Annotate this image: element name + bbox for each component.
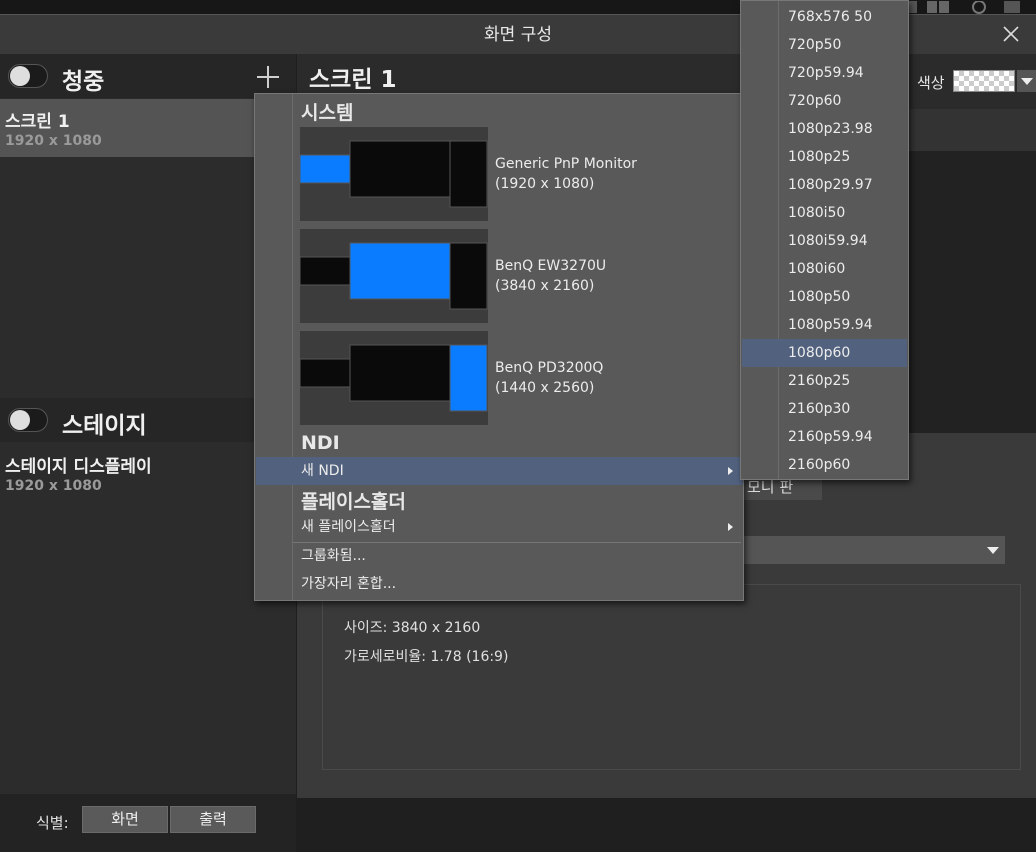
submenu-item-label: 2160p25	[788, 373, 851, 389]
submenu-item[interactable]: 1080i50	[742, 199, 907, 227]
monitor-2-res: (3840 x 2160)	[495, 278, 595, 294]
submenu-item[interactable]: 1080i60	[742, 255, 907, 283]
menu-item-new-ndi[interactable]: 새 NDI	[256, 457, 743, 485]
submenu-item[interactable]: 1080p29.97	[742, 171, 907, 199]
monitor-1-label: Generic PnP Monitor (1920 x 1080)	[495, 154, 637, 194]
monitor-option-1[interactable]	[299, 127, 488, 221]
identify-label: 식별:	[36, 814, 69, 832]
info-box	[322, 584, 1021, 770]
submenu-item[interactable]: 768x576 50	[742, 3, 907, 31]
identify-output-button[interactable]: 출력	[170, 806, 256, 833]
submenu-item-label: 720p50	[788, 37, 842, 53]
submenu-item[interactable]: 720p60	[742, 87, 907, 115]
ndi-format-submenu: 768x576 50 720p50 720p59.94 720p60 1080p23.9…	[740, 0, 909, 480]
monitor-3-label: BenQ PD3200Q (1440 x 2560)	[495, 358, 603, 398]
monitor-2-name: BenQ EW3270U	[495, 258, 607, 274]
submenu-item-label: 2160p30	[788, 401, 851, 417]
menu-item-edge-blend[interactable]: 가장자리 혼합...	[256, 570, 743, 598]
stage-display-name: 스테이지 디스플레이	[5, 457, 152, 477]
submenu-item-label: 720p60	[788, 93, 842, 109]
submenu-item-label: 2160p59.94	[788, 429, 873, 445]
stage-title: 스테이지	[62, 413, 147, 439]
submenu-item[interactable]: 1080p60	[742, 339, 907, 367]
monitor-2-label: BenQ EW3270U (3840 x 2160)	[495, 256, 606, 296]
submenu-item[interactable]: 1080p59.94	[742, 311, 907, 339]
stage-toggle[interactable]	[8, 408, 48, 432]
screen-name: 스크린 1	[5, 112, 70, 132]
submenu-item[interactable]: 1080p50	[742, 283, 907, 311]
menu-item-grouped[interactable]: 그룹화됨...	[256, 542, 743, 570]
add-screen-plus-icon[interactable]	[256, 65, 280, 89]
color-label: 색상	[917, 74, 945, 92]
submenu-item[interactable]: 2160p60	[742, 451, 907, 479]
toolbar-icons	[909, 0, 1036, 14]
submenu-item[interactable]: 1080p23.98	[742, 115, 907, 143]
monitor-option-3[interactable]	[299, 331, 488, 425]
new-placeholder-label: 새 플레이스홀더	[301, 519, 396, 535]
monitor-1-res: (1920 x 1080)	[495, 176, 595, 192]
audience-toggle[interactable]	[8, 64, 48, 88]
submenu-item-label: 1080p59.94	[788, 317, 873, 333]
submenu-item[interactable]: 2160p59.94	[742, 423, 907, 451]
submenu-item-label: 1080p25	[788, 149, 851, 165]
stage-display-resolution: 1920 x 1080	[5, 478, 102, 494]
device-select[interactable]	[742, 536, 1005, 564]
submenu-item[interactable]: 1080p25	[742, 143, 907, 171]
audience-section-header: 청중	[0, 54, 296, 98]
chevron-down-icon	[987, 547, 999, 554]
placeholder-header: 플레이스홀더	[301, 491, 406, 513]
identify-screen-button[interactable]: 화면	[82, 806, 168, 833]
color-swatch[interactable]	[953, 70, 1015, 92]
add-screen-context-menu: 시스템 Generic PnP Monitor (1920 x 1080) Be…	[254, 93, 744, 601]
screen-list-item[interactable]: 스크린 1 1920 x 1080	[0, 99, 296, 157]
submenu-item[interactable]: 720p59.94	[742, 59, 907, 87]
submenu-item-label: 1080i50	[788, 205, 846, 221]
edge-blend-label: 가장자리 혼합...	[301, 576, 397, 592]
identify-bar: 식별: 화면 출력	[0, 794, 296, 852]
aspect-info: 가로세로비율: 1.78 (16:9)	[344, 649, 509, 665]
grouped-label: 그룹화됨...	[301, 548, 366, 564]
toolbar-glyphs-icon	[909, 0, 1020, 14]
submenu-item[interactable]: 1080i59.94	[742, 227, 907, 255]
chevron-down-icon	[1021, 78, 1033, 85]
monitor-3-name: BenQ PD3200Q	[495, 360, 604, 376]
monitor-layout-icon	[299, 242, 488, 310]
submenu-item-label: 2160p60	[788, 457, 851, 473]
color-dropdown-button[interactable]	[1017, 70, 1036, 92]
monitor-layout-icon	[299, 140, 488, 208]
submenu-arrow-icon	[728, 467, 733, 475]
ndi-header: NDI	[301, 432, 340, 454]
submenu-item-label: 1080i59.94	[788, 233, 868, 249]
submenu-item-label: 1080p60	[788, 345, 851, 361]
stage-section-header: 스테이지	[0, 398, 296, 442]
system-header: 시스템	[301, 102, 354, 124]
submenu-item-label: 1080p50	[788, 289, 851, 305]
left-panel: 청중 스크린 1 1920 x 1080 스테이지 스테이지 디스플레이 192…	[0, 54, 296, 852]
size-info: 사이즈: 3840 x 2160	[344, 620, 481, 636]
submenu-item[interactable]: 720p50	[742, 31, 907, 59]
submenu-item-label: 1080i60	[788, 261, 846, 277]
submenu-item[interactable]: 2160p25	[742, 367, 907, 395]
submenu-item-label: 720p59.94	[788, 65, 864, 81]
submenu-item[interactable]: 2160p30	[742, 395, 907, 423]
submenu-item-label: 1080p29.97	[788, 177, 873, 193]
submenu-item-label: 1080p23.98	[788, 121, 873, 137]
monitor-3-res: (1440 x 2560)	[495, 380, 595, 396]
monitor-1-name: Generic PnP Monitor	[495, 156, 637, 172]
monitor-option-2[interactable]	[299, 229, 488, 323]
stage-list-item[interactable]: 스테이지 디스플레이 1920 x 1080	[0, 442, 296, 500]
submenu-arrow-icon	[728, 523, 733, 531]
new-ndi-label: 새 NDI	[301, 463, 344, 479]
screen-resolution: 1920 x 1080	[5, 133, 102, 149]
submenu-item-label: 768x576 50	[788, 9, 872, 25]
audience-title: 청중	[62, 69, 105, 95]
monitor-layout-icon	[299, 344, 488, 412]
menu-item-new-placeholder[interactable]: 새 플레이스홀더	[256, 513, 743, 541]
screen-title: 스크린 1	[309, 67, 397, 93]
close-icon[interactable]	[1000, 23, 1022, 45]
